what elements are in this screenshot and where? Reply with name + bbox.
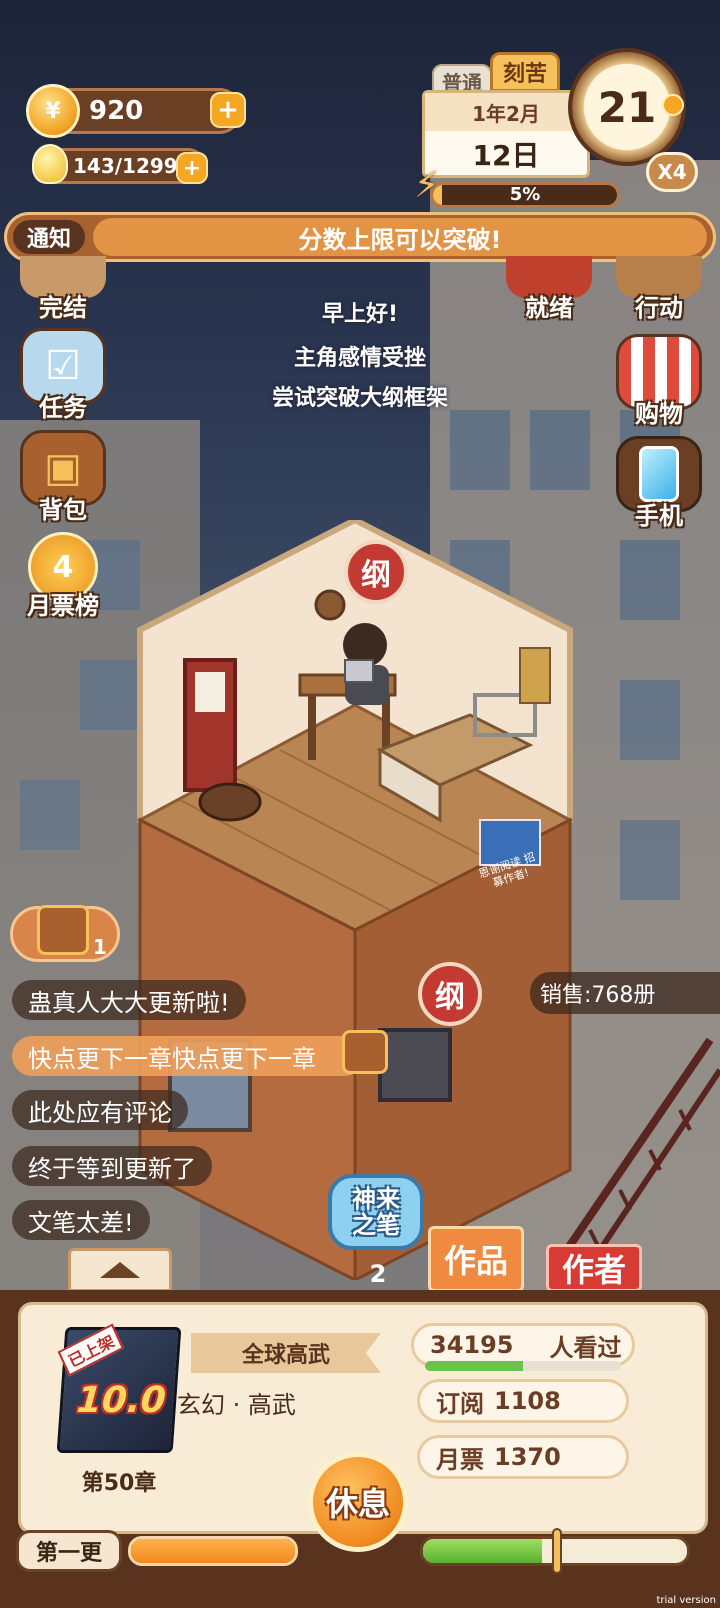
- subscribe-label: 订阅: [436, 1389, 484, 1418]
- viewers-bar-fill: [425, 1361, 523, 1371]
- chevron-up-icon: [100, 1262, 140, 1278]
- progress-marker-icon: [552, 1528, 562, 1574]
- menu-backpack[interactable]: ▣ 背包: [18, 430, 108, 525]
- book-chapter: 第50章: [81, 1471, 157, 1496]
- update-progress-bar: [128, 1536, 298, 1566]
- writing-progress-fill: [423, 1539, 542, 1563]
- mode-tab-hard[interactable]: 刻苦: [490, 52, 560, 92]
- magic-pen-button[interactable]: 神来之笔: [328, 1174, 424, 1250]
- sun-icon: [662, 94, 684, 116]
- reader-message: 终于等到更新了: [12, 1146, 212, 1186]
- subscribe-stat: 订阅 1108: [417, 1379, 629, 1423]
- viewers-bar: [425, 1361, 621, 1371]
- room-sign-top: 纲: [344, 540, 408, 604]
- menu-finish[interactable]: 完结: [18, 256, 108, 323]
- book-title-ribbon: 全球高武: [191, 1333, 381, 1373]
- book-title: 全球高武: [241, 1343, 330, 1368]
- notice-bar[interactable]: 通知 分数上限可以突破!: [4, 212, 716, 262]
- tab-author[interactable]: 作者: [546, 1244, 642, 1292]
- menu-phone-label: 手机: [635, 502, 683, 530]
- treasure-chest-count: 1: [93, 935, 107, 959]
- viewers-label: 人看过: [549, 1333, 622, 1362]
- speed-button[interactable]: X4: [646, 152, 698, 192]
- update-label-button[interactable]: 第一更: [16, 1530, 122, 1572]
- bottom-panel: 已上架 10.0 第50章 全球高武 玄幻 · 高武 34195 人看过 订阅 …: [0, 1290, 720, 1608]
- reader-message: 此处应有评论: [12, 1090, 188, 1130]
- coins-value: 920: [89, 96, 144, 126]
- book-score: 10.0: [75, 1380, 168, 1421]
- lightning-icon: ⚡: [414, 165, 440, 206]
- menu-monthly-ranking-label: 月票榜: [27, 592, 99, 620]
- magic-pen-count: 2: [369, 1260, 387, 1288]
- day-progress-bar: 5%: [430, 182, 620, 208]
- day-progress-text: 5%: [509, 184, 541, 205]
- reader-message: 文笔太差!: [12, 1200, 150, 1240]
- rest-button[interactable]: 休息: [308, 1452, 408, 1552]
- coin-icon: ¥: [26, 84, 80, 138]
- menu-backpack-label: 背包: [39, 496, 87, 524]
- greeting-line-3: 尝试突破大纲框架: [271, 386, 448, 411]
- notice-tag: 通知: [13, 220, 85, 254]
- update-progress-fill: [131, 1539, 295, 1563]
- sales-badge: 销售:768册: [530, 972, 720, 1014]
- rest-label: 休息: [325, 1485, 390, 1523]
- energy-value: 143/1299: [73, 154, 178, 178]
- book-listed-badge: 已上架: [57, 1323, 124, 1377]
- watermark: trial version: [656, 1595, 716, 1606]
- monthly-ticket-label: 月票: [436, 1445, 484, 1474]
- notice-text: 分数上限可以突破!: [93, 218, 707, 256]
- add-energy-button[interactable]: +: [176, 152, 208, 184]
- calendar-card: 1年2月 12日: [422, 90, 590, 178]
- magic-pen-label: 神来之笔: [352, 1184, 400, 1239]
- menu-shop[interactable]: 购物: [614, 334, 704, 429]
- menu-finish-label: 完结: [39, 294, 87, 322]
- lightbulb-icon: [32, 144, 68, 184]
- menu-ready-label: 就绪: [525, 294, 573, 322]
- reader-message: 蛊真人大大更新啦!: [12, 980, 246, 1020]
- collapse-messages-button[interactable]: [68, 1248, 172, 1292]
- staircase: [560, 1037, 720, 1280]
- viewers-value: 34195: [430, 1331, 514, 1359]
- tab-works[interactable]: 作品: [428, 1226, 524, 1292]
- treasure-chest-button[interactable]: 1: [10, 905, 120, 962]
- message-chest-icon: [342, 1030, 388, 1074]
- menu-ready[interactable]: 就绪: [504, 256, 594, 323]
- greeting-line-1: 早上好!: [321, 302, 399, 327]
- subscribe-value: 1108: [494, 1387, 561, 1415]
- room-sign-bottom: 纲: [418, 962, 482, 1026]
- clock-number: 21: [597, 82, 657, 132]
- reader-message-highlight[interactable]: 快点更下一章快点更下一章: [12, 1036, 364, 1076]
- menu-phone[interactable]: 手机: [614, 436, 704, 531]
- menu-action[interactable]: 行动: [614, 256, 704, 323]
- menu-tasks-label: 任务: [39, 394, 87, 422]
- book-cover[interactable]: 已上架 10.0: [56, 1323, 182, 1453]
- menu-action-label: 行动: [635, 294, 683, 322]
- monthly-ticket-value: 1370: [494, 1443, 561, 1471]
- book-genre: 玄幻 · 高武: [177, 1391, 296, 1419]
- menu-monthly-ranking[interactable]: 4 月票榜: [18, 532, 108, 621]
- add-coins-button[interactable]: +: [210, 92, 246, 128]
- menu-shop-label: 购物: [635, 400, 683, 428]
- greeting-line-2: 主角感情受挫: [293, 346, 426, 371]
- calendar-year-month: 1年2月: [425, 93, 587, 131]
- menu-tasks[interactable]: ☑ 任务: [18, 328, 108, 423]
- treasure-chest-icon: [37, 905, 89, 955]
- monthly-ticket-stat: 月票 1370: [417, 1435, 629, 1479]
